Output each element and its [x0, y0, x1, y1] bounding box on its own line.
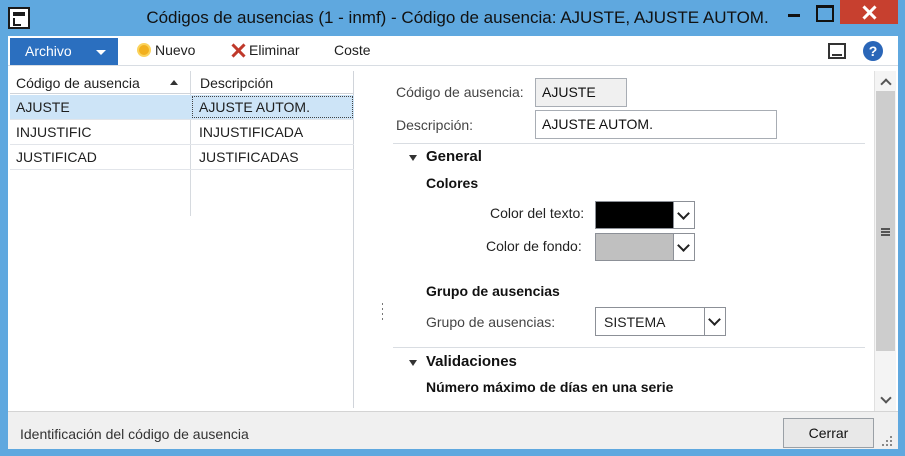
chevron-down-icon[interactable] [673, 234, 694, 260]
collapse-validations-icon[interactable] [409, 360, 417, 366]
close-window-button[interactable] [840, 0, 898, 24]
colors-group-title: Colores [426, 175, 479, 191]
application-window: Códigos de ausencias (1 - inmf) - Código… [0, 0, 905, 456]
detail-pane: Código de ausencia: AJUSTE Descripción: … [383, 71, 875, 411]
background-color-picker[interactable] [595, 233, 695, 261]
help-icon[interactable]: ? [863, 41, 883, 61]
divider [393, 143, 865, 144]
code-field[interactable]: AJUSTE [535, 78, 627, 107]
code-label: Código de ausencia: [396, 84, 524, 100]
absence-group-select[interactable]: SISTEMA [595, 307, 726, 336]
new-label: Nuevo [155, 42, 196, 58]
cell-description[interactable]: JUSTIFICADAS [191, 145, 354, 169]
text-color-swatch [596, 202, 674, 228]
table-row[interactable]: JUSTIFICAD JUSTIFICADAS [10, 145, 354, 170]
delete-icon [230, 42, 246, 58]
chevron-down-icon[interactable] [704, 308, 725, 335]
validations-section-title[interactable]: Validaciones [426, 353, 517, 370]
table-row[interactable]: AJUSTE AJUSTE AUTOM. [10, 95, 354, 120]
cost-button[interactable]: Coste [334, 42, 371, 58]
status-bar: Identificación del código de ausencia Ce… [8, 411, 898, 449]
scroll-down-icon[interactable] [875, 391, 896, 409]
sort-ascending-icon [170, 80, 178, 85]
layout-icon[interactable] [828, 43, 846, 59]
absence-group-label: Grupo de ausencias: [426, 314, 556, 330]
absence-group-value: SISTEMA [604, 314, 666, 330]
grip-icon [881, 228, 890, 230]
vertical-scrollbar[interactable] [874, 71, 896, 411]
absence-codes-grid: Código de ausencia Descripción AJUSTE AJ… [10, 71, 354, 408]
title-bar[interactable]: Códigos de ausencias (1 - inmf) - Código… [0, 0, 905, 36]
text-color-picker[interactable] [595, 201, 695, 229]
archivo-label: Archivo [25, 43, 72, 59]
close-button[interactable]: Cerrar [783, 418, 874, 448]
grid-header: Código de ausencia Descripción [10, 71, 354, 94]
maximize-button[interactable] [808, 0, 838, 26]
column-header-code[interactable]: Código de ausencia [16, 75, 140, 91]
cell-description[interactable]: INJUSTIFICADA [191, 120, 354, 144]
resize-grip-icon[interactable] [880, 434, 894, 448]
action-pane: Archivo Nuevo Eliminar Coste ? [8, 36, 898, 66]
divider [393, 347, 865, 348]
cell-code[interactable]: JUSTIFICAD [16, 145, 186, 169]
collapse-general-icon[interactable] [409, 155, 417, 161]
scroll-thumb[interactable] [876, 91, 895, 351]
table-row[interactable]: INJUSTIFIC INJUSTIFICADA [10, 120, 354, 145]
archivo-menu-button[interactable]: Archivo [10, 38, 118, 65]
chevron-down-icon[interactable] [673, 202, 694, 228]
new-button[interactable]: Nuevo [136, 42, 195, 58]
background-color-label: Color de fondo: [486, 238, 582, 254]
scroll-up-icon[interactable] [875, 73, 896, 91]
cell-description[interactable]: AJUSTE AUTOM. [191, 95, 354, 119]
cell-code[interactable]: INJUSTIFIC [16, 120, 186, 144]
client-area: Archivo Nuevo Eliminar Coste ? Código de… [8, 36, 898, 449]
description-field[interactable]: AJUSTE AUTOM. [535, 110, 777, 139]
absence-group-title: Grupo de ausencias [426, 283, 560, 299]
text-color-label: Color del texto: [490, 205, 585, 221]
chevron-down-icon [96, 50, 106, 55]
description-value: AJUSTE AUTOM. [542, 116, 653, 132]
delete-label: Eliminar [249, 42, 300, 58]
new-record-icon [136, 42, 152, 58]
status-text: Identificación del código de ausencia [20, 426, 249, 442]
description-label: Descripción: [396, 117, 474, 133]
general-section-title[interactable]: General [426, 148, 482, 165]
background-color-swatch [596, 234, 674, 260]
window-title: Códigos de ausencias (1 - inmf) - Código… [146, 8, 769, 27]
cell-code[interactable]: AJUSTE [16, 95, 186, 119]
code-value: AJUSTE [542, 84, 596, 100]
cost-label: Coste [334, 42, 371, 58]
max-days-title: Número máximo de días en una serie [426, 379, 674, 395]
delete-button[interactable]: Eliminar [230, 42, 300, 58]
column-header-description[interactable]: Descripción [200, 75, 273, 91]
minimize-button[interactable] [779, 0, 809, 26]
